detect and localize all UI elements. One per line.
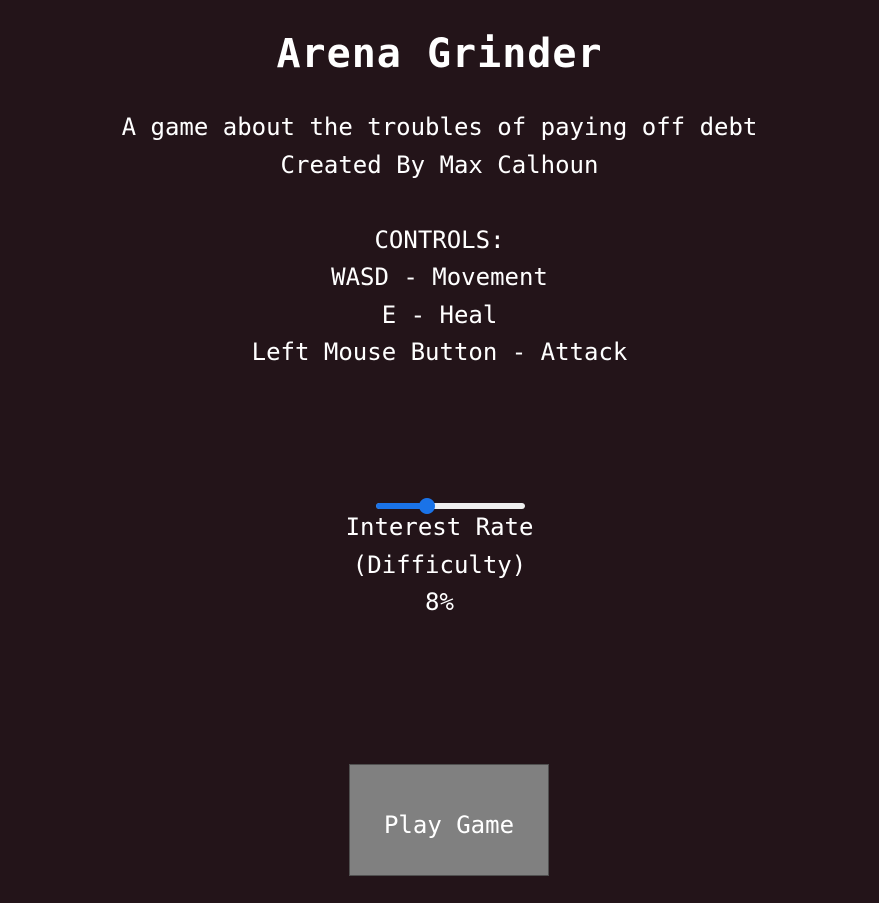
play-game-button[interactable]: Play Game: [349, 764, 549, 876]
interest-rate-value: 8%: [425, 588, 454, 616]
difficulty-label: (Difficulty): [352, 550, 527, 579]
controls-header: CONTROLS:: [374, 225, 505, 254]
control-attack: Left Mouse Button - Attack: [251, 338, 628, 366]
game-title: Arena Grinder: [276, 31, 603, 77]
game-description: A game about the troubles of paying off …: [0, 109, 879, 372]
interest-rate-label: Interest Rate: [345, 513, 534, 541]
control-heal: E - Heal: [381, 300, 498, 329]
tagline-text: A game about the troubles of paying off …: [121, 113, 758, 141]
control-movement: WASD - Movement: [331, 263, 548, 291]
difficulty-label-block: Interest Rate (Difficulty) 8%: [0, 509, 879, 622]
credits-text: Created By Max Calhoun: [280, 150, 599, 179]
